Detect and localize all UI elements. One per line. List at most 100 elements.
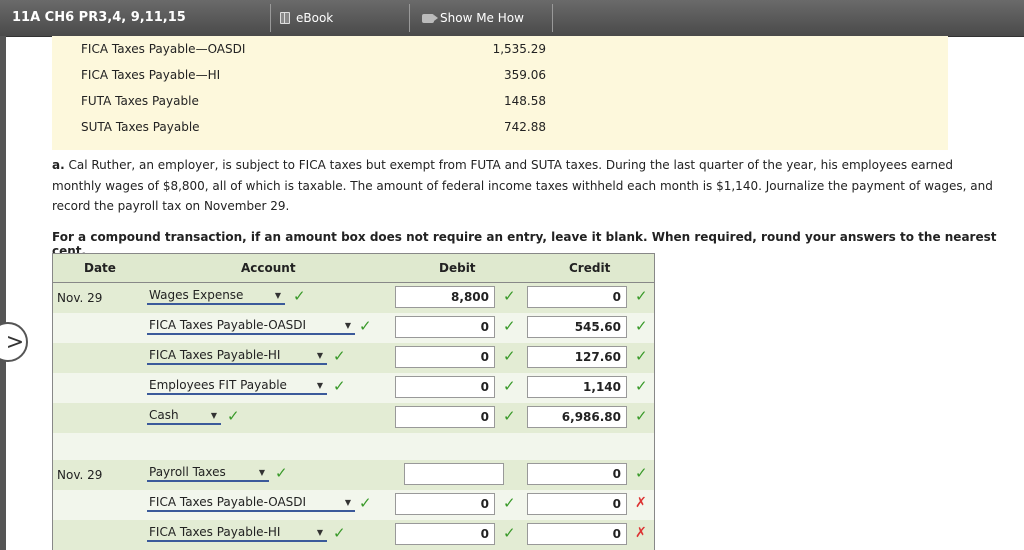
summary-value: 1,535.29 <box>492 42 546 56</box>
summary-row: FICA Taxes Payable—HI 359.06 <box>52 62 948 88</box>
question-body: Cal Ruther, an employer, is subject to F… <box>52 158 993 213</box>
show-me-how-label: Show Me How <box>440 11 524 25</box>
account-name: FICA Taxes Payable-HI <box>149 348 281 362</box>
dropdown-icon: ▼ <box>258 467 265 477</box>
credit-input[interactable]: 6,986.80 <box>527 406 627 428</box>
question-prefix: a. <box>52 158 65 172</box>
account-select[interactable]: Payroll Taxes ▼ <box>147 464 269 482</box>
video-icon <box>422 13 438 23</box>
dropdown-icon: ▼ <box>316 527 323 537</box>
credit-input[interactable]: 0 <box>527 463 627 485</box>
check-icon: ✓ <box>333 377 346 395</box>
question-text: a. Cal Ruther, an employer, is subject t… <box>52 155 1002 217</box>
header-date: Date <box>84 261 116 275</box>
credit-input[interactable]: 545.60 <box>527 316 627 338</box>
debit-input[interactable]: 0 <box>395 316 495 338</box>
summary-row: SUTA Taxes Payable 742.88 <box>52 114 948 140</box>
header-credit: Credit <box>569 261 611 275</box>
dropdown-icon: ▼ <box>316 350 323 360</box>
show-me-how-button[interactable]: Show Me How <box>420 6 550 30</box>
check-icon: ✓ <box>503 377 516 395</box>
debit-input[interactable]: 0 <box>395 346 495 368</box>
account-select[interactable]: FICA Taxes Payable-OASDI ▼ <box>147 494 355 512</box>
credit-input[interactable]: 0 <box>527 286 627 308</box>
account-select[interactable]: FICA Taxes Payable-HI ▼ <box>147 347 327 365</box>
check-icon: ✓ <box>503 317 516 335</box>
account-select[interactable]: FICA Taxes Payable-HI ▼ <box>147 524 327 542</box>
debit-input[interactable]: 0 <box>395 493 495 515</box>
check-icon: ✓ <box>359 494 372 512</box>
chevron-right-icon[interactable]: > <box>0 322 28 362</box>
journal-table: Date Account Debit Credit Nov. 29 Wages … <box>52 253 655 550</box>
account-name: Wages Expense <box>149 288 244 302</box>
account-select[interactable]: Wages Expense ▼ <box>147 287 285 305</box>
dropdown-icon: ▼ <box>344 497 351 507</box>
summary-value: 742.88 <box>504 120 546 134</box>
check-icon: ✓ <box>635 464 648 482</box>
debit-input[interactable]: 0 <box>395 376 495 398</box>
check-icon: ✓ <box>635 287 648 305</box>
dropdown-icon: ▼ <box>316 380 323 390</box>
credit-input[interactable]: 0 <box>527 493 627 515</box>
summary-row: FUTA Taxes Payable 148.58 <box>52 88 948 114</box>
journal-row: Cash ▼ ✓ 0 ✓ 6,986.80 ✓ <box>53 403 654 433</box>
debit-input[interactable]: 0 <box>395 406 495 428</box>
check-icon: ✓ <box>333 524 346 542</box>
check-icon: ✓ <box>503 524 516 542</box>
account-select[interactable]: Employees FIT Payable ▼ <box>147 377 327 395</box>
check-icon: ✓ <box>503 494 516 512</box>
debit-input[interactable] <box>404 463 504 485</box>
account-name: FICA Taxes Payable-OASDI <box>149 318 307 332</box>
debit-input[interactable]: 0 <box>395 523 495 545</box>
credit-input[interactable]: 127.60 <box>527 346 627 368</box>
summary-value: 148.58 <box>504 94 546 108</box>
account-select[interactable]: Cash ▼ <box>147 407 221 425</box>
journal-header: Date Account Debit Credit <box>53 254 654 283</box>
check-icon: ✓ <box>503 287 516 305</box>
check-icon: ✓ <box>503 407 516 425</box>
dropdown-icon: ▼ <box>344 320 351 330</box>
journal-row: FICA Taxes Payable-OASDI ▼ ✓ 0 ✓ 545.60 ✓ <box>53 313 654 343</box>
check-icon: ✓ <box>359 317 372 335</box>
ebook-label: eBook <box>296 11 334 25</box>
journal-row: FICA Taxes Payable-HI ▼ ✓ 0 ✓ 0 ✗ <box>53 520 654 550</box>
check-icon: ✓ <box>635 377 648 395</box>
dropdown-icon: ▼ <box>210 410 217 420</box>
header-account: Account <box>241 261 296 275</box>
divider <box>409 4 410 32</box>
book-icon <box>280 12 290 24</box>
top-bar: 11A CH6 PR3,4, 9,11,15 eBook Show Me How <box>0 0 1024 37</box>
account-name: Cash <box>149 408 179 422</box>
credit-input[interactable]: 0 <box>527 523 627 545</box>
summary-value: 359.06 <box>504 68 546 82</box>
ebook-button[interactable]: eBook <box>276 6 408 30</box>
x-icon: ✗ <box>635 495 647 511</box>
account-name: FICA Taxes Payable-OASDI <box>149 495 307 509</box>
summary-label: FUTA Taxes Payable <box>81 94 199 108</box>
account-name: Employees FIT Payable <box>149 378 287 392</box>
left-edge-bar <box>0 36 6 550</box>
account-name: Payroll Taxes <box>149 465 226 479</box>
debit-input[interactable]: 8,800 <box>395 286 495 308</box>
dropdown-icon: ▼ <box>274 290 281 300</box>
x-icon: ✗ <box>635 525 647 541</box>
summary-label: FICA Taxes Payable—OASDI <box>81 42 246 56</box>
account-name: FICA Taxes Payable-HI <box>149 525 281 539</box>
credit-input[interactable]: 1,140 <box>527 376 627 398</box>
journal-row: Employees FIT Payable ▼ ✓ 0 ✓ 1,140 ✓ <box>53 373 654 403</box>
divider <box>552 4 553 32</box>
entry-date: Nov. 29 <box>57 468 103 482</box>
check-icon: ✓ <box>635 347 648 365</box>
summary-label: SUTA Taxes Payable <box>81 120 200 134</box>
check-icon: ✓ <box>333 347 346 365</box>
entry-date: Nov. 29 <box>57 291 103 305</box>
account-select[interactable]: FICA Taxes Payable-OASDI ▼ <box>147 317 355 335</box>
journal-row: FICA Taxes Payable-OASDI ▼ ✓ 0 ✓ 0 ✗ <box>53 490 654 520</box>
tax-summary-box: FICA Taxes Payable—OASDI 1,535.29 FICA T… <box>52 36 948 150</box>
check-icon: ✓ <box>635 317 648 335</box>
summary-label: FICA Taxes Payable—HI <box>81 68 221 82</box>
check-icon: ✓ <box>635 407 648 425</box>
journal-row: Nov. 29 Wages Expense ▼ ✓ 8,800 ✓ 0 ✓ <box>53 283 654 313</box>
journal-row: FICA Taxes Payable-HI ▼ ✓ 0 ✓ 127.60 ✓ <box>53 343 654 373</box>
assignment-title: 11A CH6 PR3,4, 9,11,15 <box>12 10 186 25</box>
